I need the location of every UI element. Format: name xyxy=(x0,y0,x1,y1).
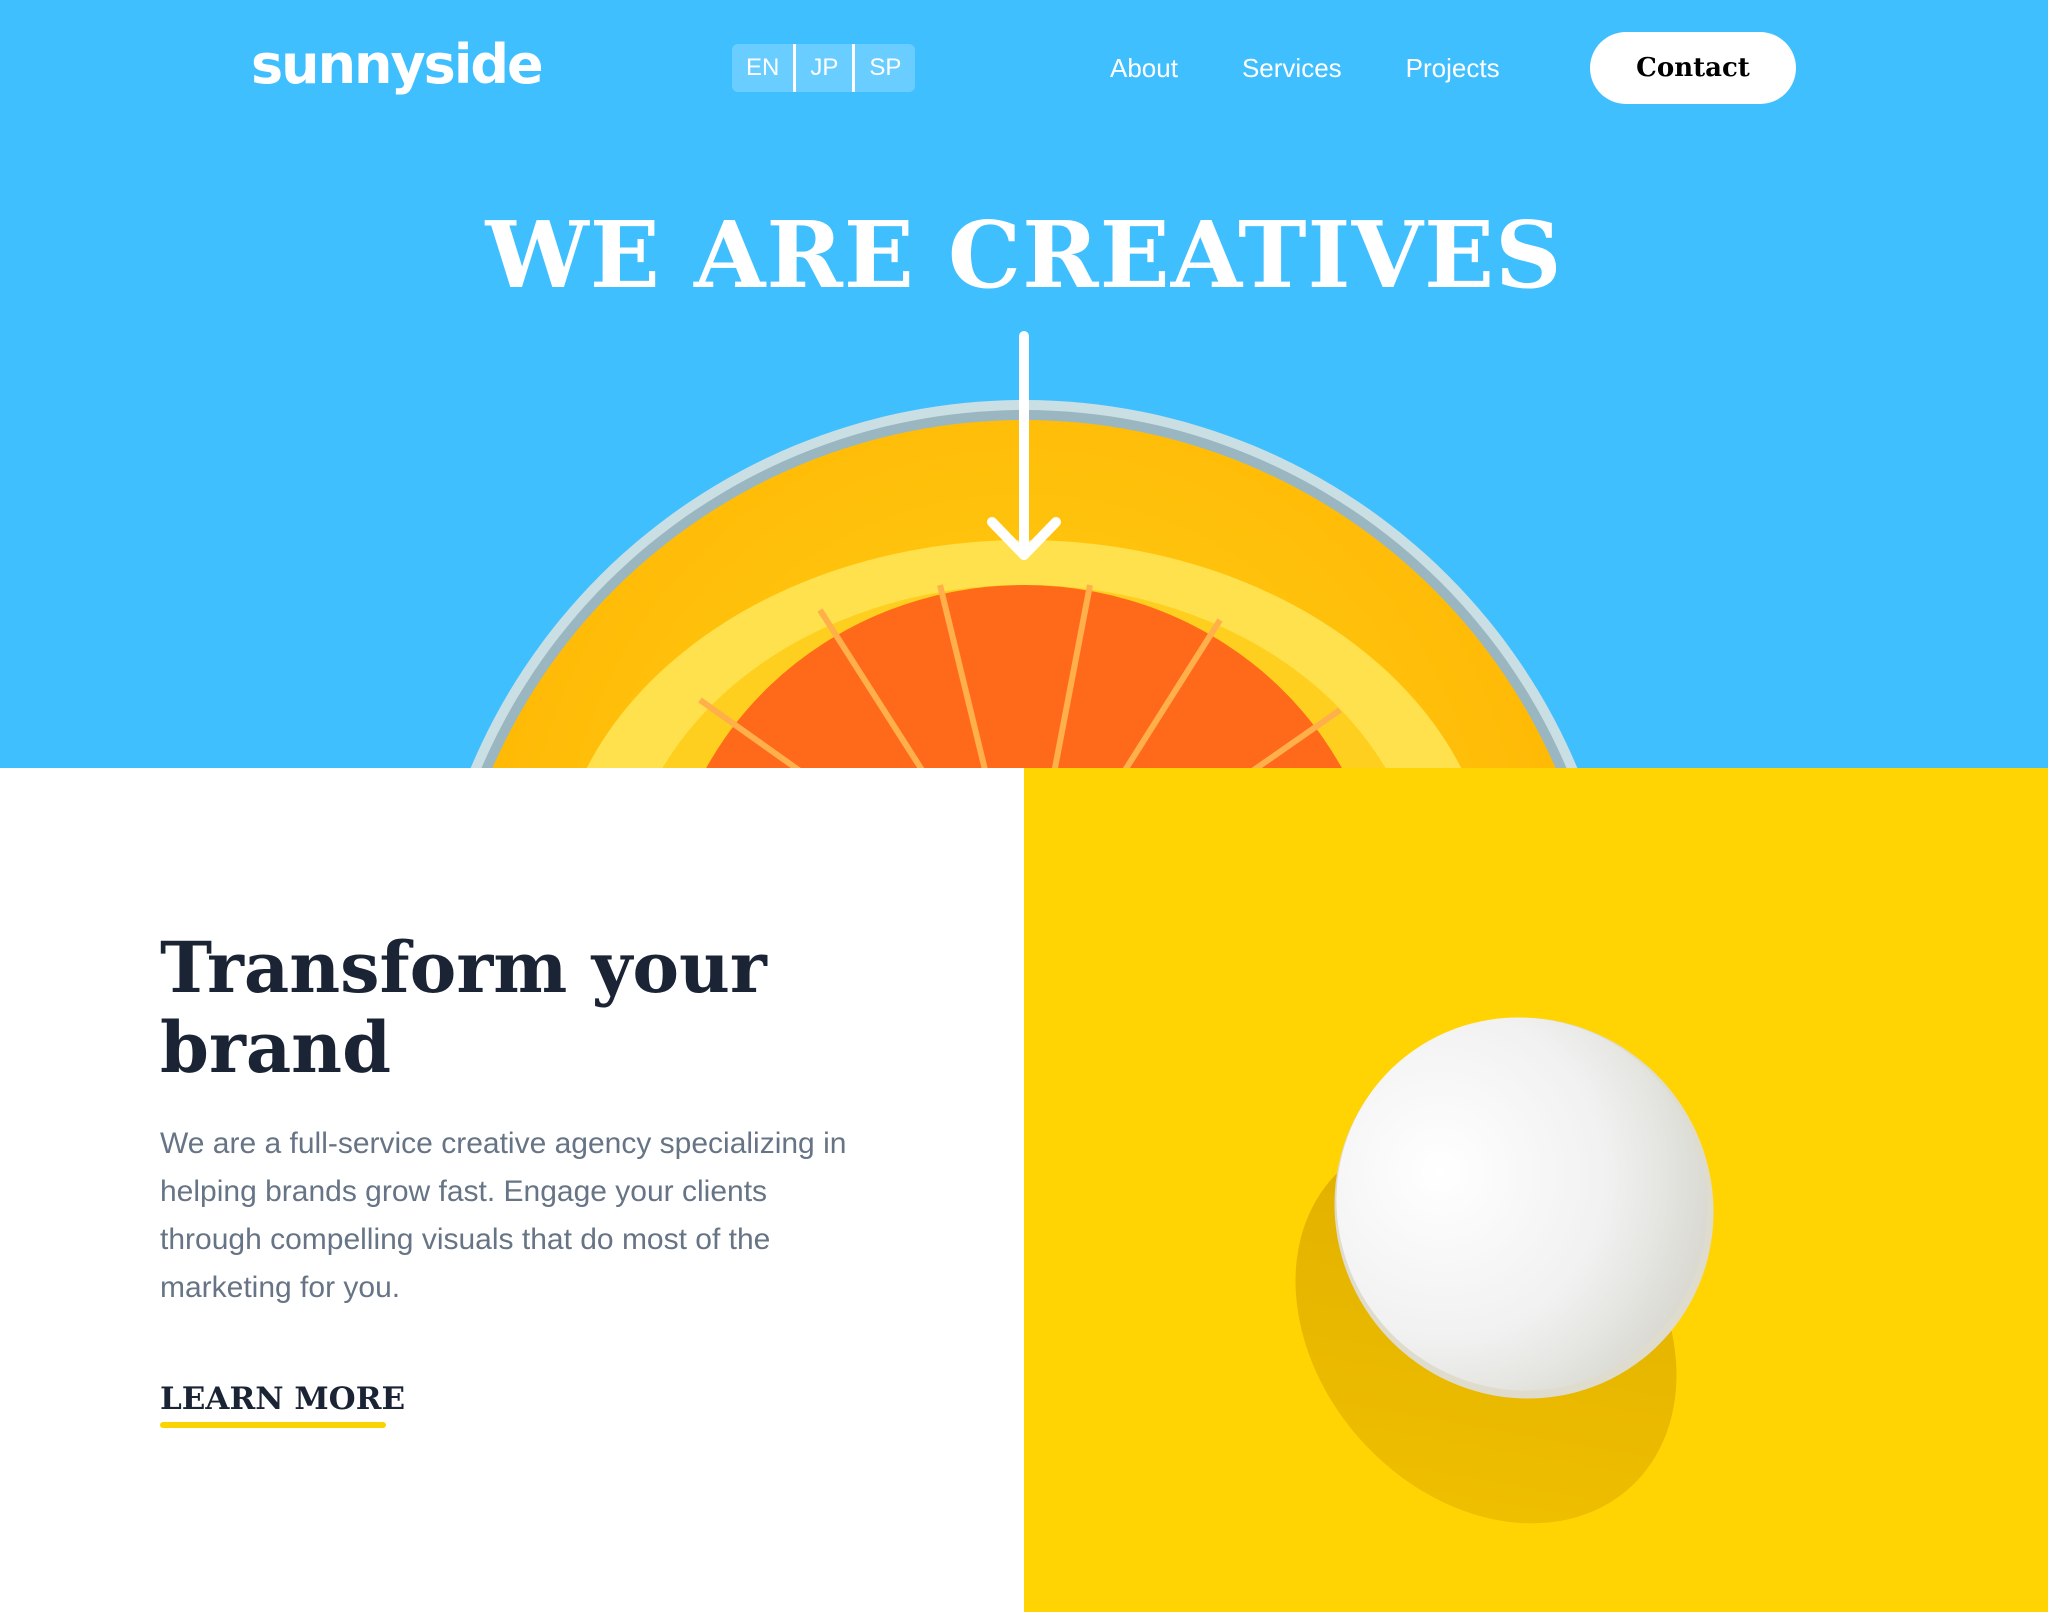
language-en-button[interactable]: EN xyxy=(732,44,793,92)
arrow-down-icon[interactable] xyxy=(984,330,1064,565)
main-nav: About Services Projects xyxy=(1110,46,1564,90)
hero-title: WE ARE CREATIVES xyxy=(485,201,1563,309)
section-title: Transform your brand xyxy=(160,926,767,1089)
nav-projects-link[interactable]: Projects xyxy=(1406,46,1500,90)
logo[interactable]: sunnyside xyxy=(251,30,544,100)
contact-button[interactable]: Contact xyxy=(1590,32,1796,104)
nav-services-link[interactable]: Services xyxy=(1242,46,1342,90)
transform-brand-section: Transform your brand We are a full-servi… xyxy=(0,768,1024,1612)
hero-section: sunnyside EN JP SP About Services Projec… xyxy=(0,0,2048,768)
learn-more-link[interactable]: LEARN MORE xyxy=(160,1378,405,1420)
learn-more-underline xyxy=(160,1422,386,1428)
language-sp-button[interactable]: SP xyxy=(855,44,915,92)
section-description: We are a full-service creative agency sp… xyxy=(160,1127,847,1304)
language-switcher: EN JP SP xyxy=(732,44,916,92)
nav-about-link[interactable]: About xyxy=(1110,46,1178,90)
egg-image xyxy=(1295,1017,1714,1524)
language-jp-button[interactable]: JP xyxy=(796,44,852,92)
egg-image-panel xyxy=(1024,768,2048,1612)
